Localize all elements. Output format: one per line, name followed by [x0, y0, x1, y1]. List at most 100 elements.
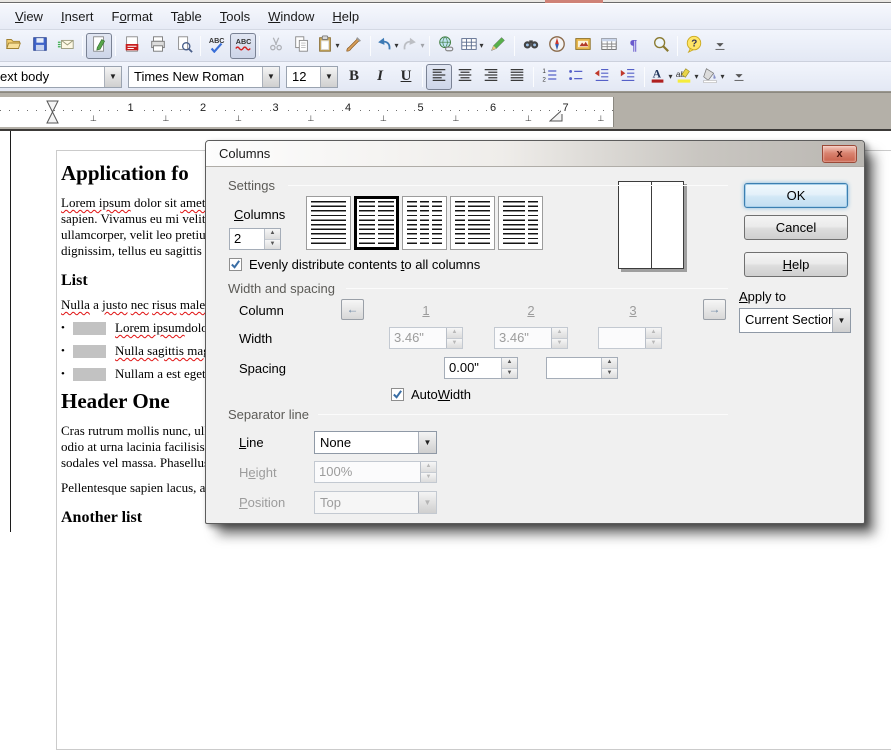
page-preview-button[interactable] — [171, 33, 197, 59]
italic-button[interactable]: I — [367, 64, 393, 90]
formatting-marks-button[interactable]: ¶ — [622, 33, 648, 59]
paste-button[interactable]: ▾ — [315, 33, 341, 59]
preset-right-narrow[interactable] — [498, 196, 543, 250]
paragraph-style-combo[interactable]: ext body ▼ — [0, 66, 122, 88]
line-style-dropdown[interactable]: None ▼ — [314, 431, 437, 454]
spin-down-icon[interactable]: ▼ — [265, 239, 280, 250]
font-size-combo[interactable]: 12 ▼ — [286, 66, 338, 88]
width-1-value: 3.46" — [390, 328, 446, 348]
preset-two-columns[interactable] — [354, 196, 399, 250]
align-justify-button[interactable] — [504, 64, 530, 90]
spacing-1-spinner[interactable]: 0.00" ▲▼ — [444, 357, 518, 379]
print-button[interactable] — [145, 33, 171, 59]
column-next-button[interactable]: → — [703, 299, 726, 320]
horizontal-ruler[interactable]: 1234567⊥⊥⊥⊥⊥⊥⊥⊥ — [0, 97, 614, 127]
autowidth-checkbox[interactable] — [391, 388, 404, 401]
evenly-distribute-checkbox[interactable] — [229, 258, 242, 271]
menu-item-window[interactable]: Window — [259, 6, 323, 27]
position-dropdown: Top ▼ — [314, 491, 437, 514]
dialog-titlebar[interactable]: Columns x — [206, 141, 864, 167]
auto-spellcheck-button[interactable]: ABC — [230, 33, 256, 59]
left-indent-marker[interactable] — [46, 100, 59, 125]
ruler-number-1: 1 — [126, 102, 136, 114]
width-2-spinner: 3.46" ▲▼ — [494, 327, 568, 349]
font-name-combo[interactable]: Times New Roman ▼ — [128, 66, 280, 88]
find-replace-button[interactable] — [518, 33, 544, 59]
menu-item-format[interactable]: Format — [102, 6, 161, 27]
spellcheck-button[interactable]: ABC — [204, 33, 230, 59]
apply-to-dropdown[interactable]: Current Section ▼ — [739, 308, 851, 333]
save-button[interactable] — [27, 33, 53, 59]
help-button[interactable]: Help — [744, 252, 848, 277]
align-center-button[interactable] — [452, 64, 478, 90]
table-button[interactable]: ▾ — [459, 33, 485, 59]
decrease-indent-button[interactable] — [589, 64, 615, 90]
print-icon — [149, 35, 167, 56]
hyperlink-button[interactable] — [433, 33, 459, 59]
undo-dropdown-arrow[interactable]: ▾ — [394, 41, 399, 50]
toolbar-separator — [82, 36, 83, 56]
toolbar-overflow-button[interactable] — [726, 64, 752, 90]
format-paintbrush-button[interactable] — [341, 33, 367, 59]
chevron-down-icon[interactable]: ▼ — [418, 432, 436, 453]
bullet-list-button[interactable] — [563, 64, 589, 90]
font-color-dropdown-arrow[interactable]: ▾ — [668, 72, 673, 81]
open-button[interactable] — [1, 33, 27, 59]
cancel-button[interactable]: Cancel — [744, 215, 848, 240]
undo-button[interactable]: ▾ — [374, 33, 400, 59]
highlighting-dropdown-arrow[interactable]: ▾ — [694, 72, 699, 81]
chevron-down-icon[interactable]: ▼ — [104, 67, 121, 87]
numbered-list-button[interactable]: 12 — [537, 64, 563, 90]
draw-functions-button[interactable] — [485, 33, 511, 59]
preset-left-narrow[interactable] — [450, 196, 495, 250]
export-pdf-button[interactable] — [119, 33, 145, 59]
spin-up-icon[interactable]: ▲ — [502, 358, 517, 368]
column-prev-button[interactable]: ← — [341, 299, 364, 320]
bold-button[interactable]: B — [341, 64, 367, 90]
table-dropdown-arrow[interactable]: ▾ — [479, 41, 484, 50]
zoom-button[interactable] — [648, 33, 674, 59]
redo-button: ▾ — [400, 33, 426, 59]
misspelled-word: Lorem ipsum — [61, 195, 131, 210]
font-color-button[interactable]: A▾ — [648, 64, 674, 90]
export-pdf-icon — [123, 35, 141, 56]
email-button[interactable] — [53, 33, 79, 59]
background-color-button[interactable]: ▾ — [700, 64, 726, 90]
navigator-button[interactable] — [544, 33, 570, 59]
menu-item-view[interactable]: View — [6, 6, 52, 27]
numbered-list-icon: 12 — [541, 66, 559, 87]
preset-three-columns[interactable] — [402, 196, 447, 250]
preset-column-stripes — [468, 201, 490, 245]
gallery-button[interactable] — [570, 33, 596, 59]
menu-item-tools[interactable]: Tools — [211, 6, 259, 27]
background-color-dropdown-arrow[interactable]: ▾ — [720, 72, 725, 81]
spin-down-icon[interactable]: ▼ — [502, 368, 517, 379]
width-3-value — [599, 328, 645, 348]
columns-count-spinner[interactable]: 2 ▲▼ — [229, 228, 281, 250]
undo-icon — [375, 35, 393, 56]
svg-text:¶: ¶ — [630, 37, 638, 53]
close-icon[interactable]: x — [822, 145, 857, 163]
chevron-down-icon[interactable]: ▼ — [262, 67, 279, 87]
edit-file-button[interactable] — [86, 33, 112, 59]
underline-button[interactable]: U — [393, 64, 419, 90]
highlighting-button[interactable]: ab▾ — [674, 64, 700, 90]
paste-dropdown-arrow[interactable]: ▾ — [335, 41, 340, 50]
chevron-down-icon[interactable]: ▼ — [320, 67, 337, 87]
align-right-button[interactable] — [478, 64, 504, 90]
menu-item-insert[interactable]: Insert — [52, 6, 103, 27]
chevron-down-icon[interactable]: ▼ — [832, 309, 850, 332]
help-button[interactable]: ? — [681, 33, 707, 59]
spin-up-icon[interactable]: ▲ — [265, 229, 280, 239]
preset-one-column[interactable] — [306, 196, 351, 250]
menu-item-help[interactable]: Help — [323, 6, 368, 27]
redo-dropdown-arrow[interactable]: ▾ — [420, 41, 425, 50]
align-left-button[interactable] — [426, 64, 452, 90]
data-sources-button[interactable] — [596, 33, 622, 59]
ok-button[interactable]: OK — [744, 183, 848, 208]
copy-button[interactable] — [289, 33, 315, 59]
menu-item-table[interactable]: Table — [162, 6, 211, 27]
preview-column-divider — [651, 182, 652, 268]
toolbar-overflow-button[interactable] — [707, 33, 733, 59]
increase-indent-button[interactable] — [615, 64, 641, 90]
